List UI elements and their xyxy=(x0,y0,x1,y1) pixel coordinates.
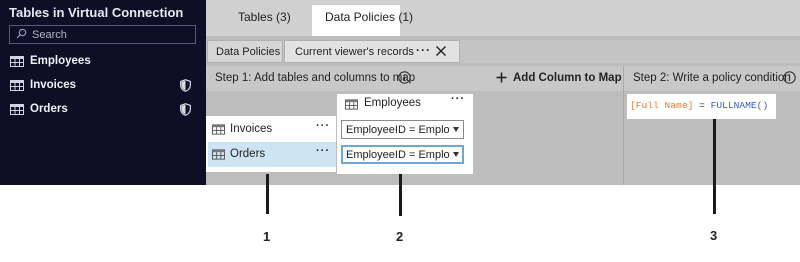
table-icon xyxy=(345,99,358,110)
policy-code: [Full Name] = FULLNAME() xyxy=(630,100,768,111)
subtab-label: Current viewer's records xyxy=(295,46,414,58)
table-icon xyxy=(10,80,24,91)
mapping-select[interactable]: EmployeeID = Employ xyxy=(341,145,464,164)
policy-field: [Full Name] xyxy=(630,100,694,111)
callout-line xyxy=(266,174,269,214)
more-options-icon[interactable]: ··· xyxy=(451,93,465,105)
tab-data-policies[interactable]: Data Policies (1) xyxy=(325,10,413,24)
callout-number: 3 xyxy=(710,228,718,243)
policy-editor[interactable]: [Full Name] = FULLNAME() xyxy=(627,94,776,119)
sidebar-item-invoices[interactable]: Invoices xyxy=(0,74,206,98)
subtab-label: Data Policies xyxy=(216,46,281,58)
tab-bar xyxy=(206,0,800,36)
column-divider xyxy=(623,66,624,185)
shield-icon xyxy=(180,103,191,116)
chevron-down-icon xyxy=(453,127,459,132)
table-icon xyxy=(10,56,24,67)
subtab-data-policies[interactable]: Data Policies xyxy=(207,40,283,63)
sidebar-item-orders[interactable]: Orders xyxy=(0,98,206,122)
mapping-table-label: Employees xyxy=(364,97,421,109)
shield-icon xyxy=(180,79,191,92)
sidebar-title: Tables in Virtual Connection xyxy=(9,5,184,20)
more-options-icon[interactable]: ··· xyxy=(316,145,330,157)
close-icon[interactable] xyxy=(435,45,447,57)
tab-tables[interactable]: Tables (3) xyxy=(238,10,291,24)
table-icon xyxy=(10,104,24,115)
step2-label: Step 2: Write a policy condition xyxy=(633,72,791,84)
policy-operator: = xyxy=(693,100,711,111)
sidebar-item-label: Orders xyxy=(30,103,68,115)
sidebar-item-employees[interactable]: Employees xyxy=(0,50,206,74)
search-box[interactable] xyxy=(9,25,196,44)
mapping-select-value: EmployeeID = Employ xyxy=(346,149,450,161)
callout-number: 1 xyxy=(263,229,271,244)
policy-function: FULLNAME() xyxy=(710,100,769,111)
table-icon xyxy=(212,149,225,160)
more-options-icon[interactable]: ··· xyxy=(316,120,330,132)
callout-number: 2 xyxy=(396,229,404,244)
table-row-invoices[interactable]: Invoices ··· xyxy=(208,117,336,142)
table-label: Invoices xyxy=(230,123,273,135)
subtab-current-policy[interactable]: Current viewer's records ··· xyxy=(284,40,460,63)
callout-line xyxy=(713,119,716,214)
step1-label: Step 1: Add tables and columns to map xyxy=(215,72,416,84)
plus-icon xyxy=(496,72,507,83)
more-options-icon[interactable]: ··· xyxy=(416,43,431,57)
add-column-button[interactable]: Add Column to Map xyxy=(496,70,622,86)
sidebar-item-label: Employees xyxy=(30,55,91,67)
table-label: Orders xyxy=(230,148,266,160)
add-column-label: Add Column to Map xyxy=(513,72,622,84)
info-icon[interactable] xyxy=(398,71,411,84)
info-icon[interactable] xyxy=(783,71,796,84)
mapping-select[interactable]: EmployeeID = Employ xyxy=(341,120,464,139)
callout-line xyxy=(399,174,402,216)
search-input[interactable] xyxy=(32,27,192,42)
sidebar-item-label: Invoices xyxy=(30,79,77,91)
mapping-select-value: EmployeeID = Employ xyxy=(346,124,450,136)
search-icon xyxy=(16,28,27,39)
chevron-down-icon xyxy=(453,152,459,157)
table-row-orders[interactable]: Orders ··· xyxy=(208,142,336,167)
table-icon xyxy=(212,124,225,135)
